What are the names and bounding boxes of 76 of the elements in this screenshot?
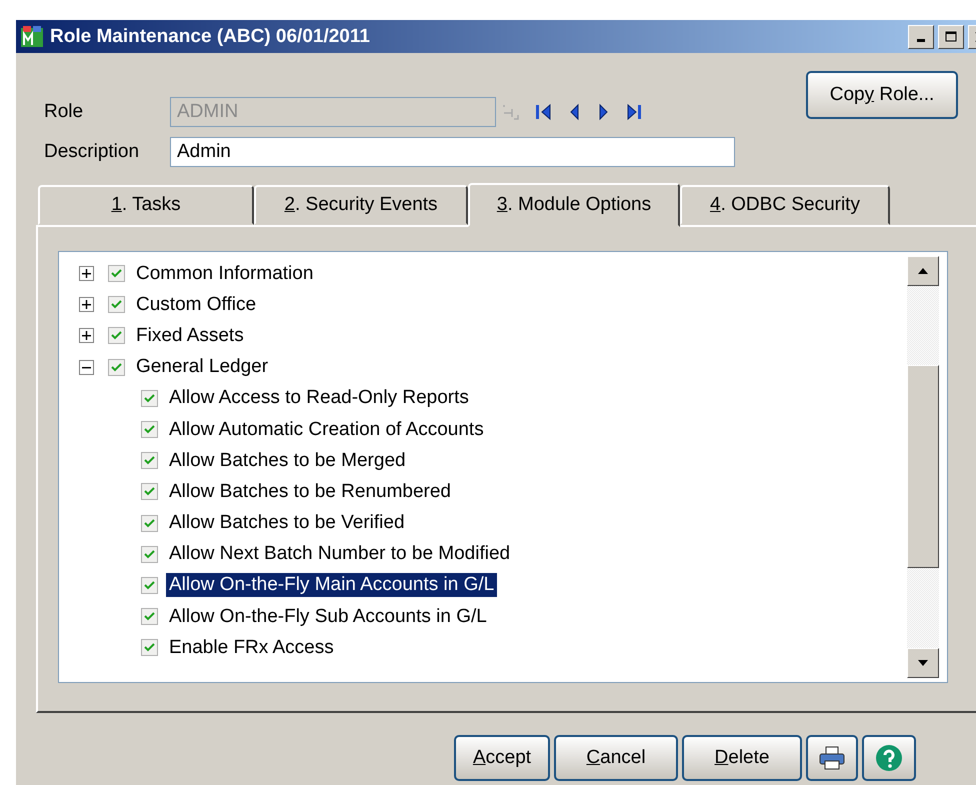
- next-record-icon[interactable]: [597, 103, 610, 121]
- tree-item[interactable]: Allow Batches to be Verified: [166, 511, 408, 536]
- checkbox[interactable]: [141, 452, 158, 470]
- checkbox[interactable]: [141, 608, 158, 626]
- tree-item[interactable]: Allow Access to Read-Only Reports: [166, 386, 472, 410]
- checkbox[interactable]: [141, 639, 158, 656]
- dialog-button[interactable]: Accept: [454, 735, 550, 781]
- checkbox[interactable]: [108, 296, 125, 314]
- scrollbar-thumb[interactable]: [907, 365, 939, 568]
- up-arrow-icon: [917, 267, 929, 275]
- description-field[interactable]: Admin: [170, 137, 735, 167]
- tab[interactable]: 3. Module Options: [468, 183, 680, 227]
- help-icon: [875, 744, 903, 772]
- tree-item[interactable]: Enable FRx Access: [166, 636, 337, 660]
- tree-item[interactable]: General Ledger: [133, 355, 272, 380]
- checkbox[interactable]: [141, 576, 158, 594]
- expand-icon[interactable]: [79, 266, 94, 282]
- minimize-button[interactable]: [908, 24, 934, 48]
- printer-icon: [819, 746, 845, 770]
- print-button[interactable]: [806, 735, 858, 781]
- checkmark-icon: [111, 330, 122, 342]
- help-button[interactable]: [862, 735, 916, 781]
- dialog-button[interactable]: Delete: [682, 735, 802, 781]
- checkmark-icon: [144, 642, 155, 654]
- description-label: Description: [44, 141, 140, 163]
- scroll-up-button[interactable]: [907, 256, 939, 286]
- tab[interactable]: 2. Security Events: [254, 185, 468, 225]
- checkbox[interactable]: [141, 546, 158, 563]
- app-icon: [20, 24, 46, 48]
- checkbox[interactable]: [108, 265, 125, 282]
- scroll-down-button[interactable]: [907, 648, 939, 678]
- last-record-icon[interactable]: [626, 103, 642, 121]
- tree-item[interactable]: Allow Batches to be Renumbered: [166, 480, 454, 504]
- checkmark-icon: [144, 392, 155, 404]
- plus-icon: [82, 331, 91, 340]
- tab[interactable]: 1. Tasks: [38, 185, 254, 225]
- expand-icon[interactable]: [79, 297, 94, 312]
- role-label: Role: [44, 101, 84, 123]
- tree-item[interactable]: Allow On-the-Fly Main Accounts in G/L: [166, 573, 498, 598]
- checkmark-icon: [144, 486, 155, 498]
- tree-item[interactable]: Allow On-the-Fly Sub Accounts in G/L: [166, 604, 490, 629]
- tree-item[interactable]: Allow Automatic Creation of Accounts: [166, 418, 487, 442]
- tree-item[interactable]: Common Information: [133, 262, 316, 286]
- expand-icon[interactable]: [79, 328, 94, 344]
- tree-item[interactable]: Fixed Assets: [133, 324, 247, 348]
- checkmark-icon: [144, 455, 155, 466]
- checkmark-icon: [144, 518, 155, 529]
- maximize-button[interactable]: [938, 24, 964, 48]
- dialog-button[interactable]: Cancel: [554, 735, 678, 781]
- checkmark-icon: [144, 611, 155, 622]
- tab[interactable]: 4. ODBC Security: [680, 185, 890, 225]
- checkbox[interactable]: [141, 483, 158, 500]
- checkmark-icon: [111, 299, 122, 310]
- first-record-icon[interactable]: [536, 103, 552, 121]
- minimize-icon: [917, 39, 925, 42]
- tree-item[interactable]: Custom Office: [133, 292, 260, 317]
- previous-record-icon[interactable]: [568, 103, 581, 121]
- window-title: Role Maintenance (ABC) 06/01/2011: [50, 26, 371, 48]
- down-arrow-icon: [917, 659, 929, 667]
- maximize-icon: [945, 30, 957, 42]
- checkbox[interactable]: [141, 390, 158, 407]
- collapse-icon[interactable]: [79, 360, 94, 375]
- copy-role-button[interactable]: Copy Role...: [806, 71, 958, 119]
- checkbox[interactable]: [108, 327, 125, 344]
- plus-icon: [82, 300, 91, 310]
- plus-icon: [82, 269, 91, 278]
- checkbox[interactable]: [141, 514, 158, 532]
- checkbox[interactable]: [141, 421, 158, 438]
- checkmark-icon: [144, 424, 155, 436]
- checkbox[interactable]: [108, 358, 125, 376]
- tree-item[interactable]: Allow Batches to be Merged: [166, 448, 409, 473]
- checkmark-icon: [144, 580, 155, 591]
- checkmark-icon: [111, 362, 122, 373]
- tree-item[interactable]: Allow Next Batch Number to be Modified: [166, 542, 514, 566]
- checkmark-icon: [144, 548, 155, 560]
- checkmark-icon: [111, 268, 122, 280]
